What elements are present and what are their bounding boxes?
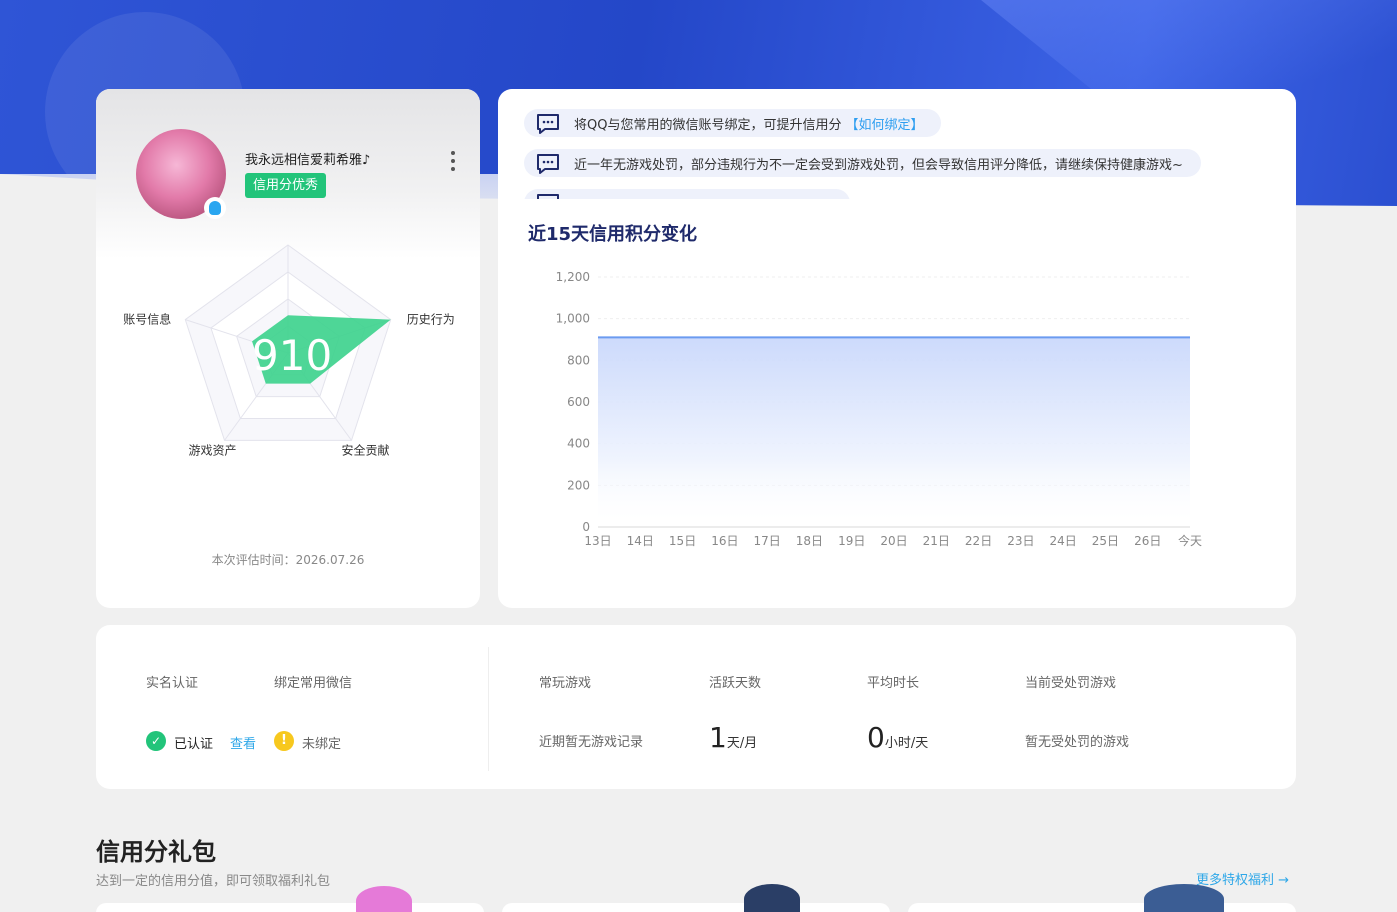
more-options-icon[interactable] <box>448 151 458 171</box>
real-name-status: 已认证 <box>174 737 214 752</box>
y-tick-label: 200 <box>567 478 590 492</box>
x-tick-label: 24日 <box>1050 534 1077 548</box>
radar-label: 安全贡献 <box>341 442 389 457</box>
gift-card-3[interactable] <box>908 903 1296 912</box>
y-tick-label: 0 <box>582 520 590 534</box>
x-tick-label: 今天 <box>1178 533 1202 548</box>
x-tick-label: 14日 <box>627 534 654 548</box>
y-tick-label: 1,200 <box>556 270 590 284</box>
x-tick-label: 26日 <box>1134 534 1161 548</box>
real-name-label: 实名认证 <box>146 676 199 691</box>
x-tick-label: 22日 <box>965 534 992 548</box>
credit-level-badge: 信用分优秀 <box>245 173 327 198</box>
radar-label: 历史行为 <box>407 313 455 327</box>
penalty-game-value: 暂无受处罚的游戏 <box>1025 735 1130 750</box>
more-benefits-link[interactable]: 更多特权福利 → <box>1196 869 1289 888</box>
gift-card-2[interactable] <box>502 903 890 912</box>
gift-section-subtitle: 达到一定的信用分值，即可领取福利礼包 <box>96 874 331 889</box>
gift-section-title: 信用分礼包 <box>96 838 216 866</box>
radar-label: 游戏资产 <box>189 443 237 457</box>
x-tick-label: 18日 <box>796 534 823 548</box>
warning-circle-icon: ! <box>274 731 294 751</box>
credit-score-number: 910 <box>252 331 332 380</box>
y-tick-label: 1,000 <box>556 312 590 326</box>
gift-character-art-1 <box>356 886 412 912</box>
how-to-bind-link[interactable]: 【如何绑定】 <box>845 114 923 133</box>
gift-card-1[interactable] <box>96 903 484 912</box>
notice-item-partial <box>524 189 850 199</box>
active-days-number: 1 <box>709 721 727 754</box>
credit-radar-chart: 910日常活跃历史行为安全贡献游戏资产账号信息 <box>123 244 455 457</box>
frequent-game-value: 近期暂无游戏记录 <box>539 735 644 750</box>
x-tick-label: 16日 <box>711 534 738 548</box>
credit-score-line-chart: 0 200 400 600 800 1,000 1,200 13日 14日 15日 16日 17日 18… <box>556 270 1202 548</box>
notice-item-no-penalty: 近一年无游戏处罚，部分违规行为不一定会受到游戏处罚，但会导致信用评分降低，请继续… <box>524 149 1201 177</box>
notice-item-bind-wechat: 将QQ与您常用的微信账号绑定，可提升信用分 【如何绑定】 <box>524 109 942 137</box>
qq-penguin-icon <box>204 197 226 219</box>
view-link[interactable]: 查看 <box>230 733 256 752</box>
gift-character-art-2 <box>744 884 800 912</box>
evaluation-time-label: 本次评估时间： <box>211 553 296 567</box>
message-icon <box>536 153 560 174</box>
active-days-label: 活跃天数 <box>709 676 762 691</box>
divider <box>488 647 489 771</box>
y-tick-label: 800 <box>567 353 590 367</box>
x-tick-label: 17日 <box>754 534 781 548</box>
x-tick-label: 21日 <box>923 534 950 548</box>
series-area <box>598 337 1190 527</box>
average-time-value: 0小时/天 <box>867 721 928 754</box>
wechat-status: 未绑定 <box>302 737 342 752</box>
wechat-bind-label: 绑定常用微信 <box>274 676 353 691</box>
notice-text: 近一年无游戏处罚，部分违规行为不一定会受到游戏处罚，但会导致信用评分降低，请继续… <box>574 157 1183 173</box>
x-tick-label: 25日 <box>1092 534 1119 548</box>
notice-text: 将QQ与您常用的微信账号绑定，可提升信用分 <box>574 117 842 133</box>
active-days-value: 1天/月 <box>709 721 757 754</box>
frequent-game-label: 常玩游戏 <box>539 676 592 691</box>
x-tick-label: 23日 <box>1007 534 1034 548</box>
message-icon <box>536 193 560 199</box>
radar-label: 账号信息 <box>123 312 171 327</box>
check-circle-icon: ✓ <box>146 731 166 751</box>
y-tick-label: 600 <box>567 395 590 409</box>
evaluation-time-value: 2026.07.26 <box>295 553 365 567</box>
x-tick-label: 19日 <box>838 534 865 548</box>
gift-character-art-3 <box>1144 884 1224 912</box>
notice-list: 将QQ与您常用的微信账号绑定，可提升信用分 【如何绑定】 近一年无游戏处罚，部分… <box>524 109 1284 199</box>
average-time-label: 平均时长 <box>867 676 920 691</box>
y-tick-label: 400 <box>567 437 590 451</box>
average-time-unit: 小时/天 <box>884 736 929 751</box>
average-time-number: 0 <box>867 721 885 754</box>
penalty-game-label: 当前受处罚游戏 <box>1025 676 1117 691</box>
account-stats-card: 实名认证 绑定常用微信 ✓ 已认证 查看 ! 未绑定 常玩游戏 活跃天数 平均时… <box>96 625 1296 789</box>
x-tick-label: 15日 <box>669 534 696 548</box>
nickname: 我永远相信爱莉希雅♪ <box>245 153 371 168</box>
x-tick-label: 13日 <box>584 534 611 548</box>
credit-trend-card: 将QQ与您常用的微信账号绑定，可提升信用分 【如何绑定】 近一年无游戏处罚，部分… <box>498 89 1296 608</box>
active-days-unit: 天/月 <box>726 736 758 751</box>
chart-title: 近15天信用积分变化 <box>528 224 698 245</box>
evaluation-time: 本次评估时间：2026.07.26 <box>96 551 480 568</box>
message-icon <box>536 113 560 134</box>
x-tick-label: 20日 <box>880 534 907 548</box>
profile-card: 我永远相信爱莉希雅♪ 信用分优秀 910日常活跃历史行为安全贡献游戏资产账号信息… <box>96 89 480 608</box>
